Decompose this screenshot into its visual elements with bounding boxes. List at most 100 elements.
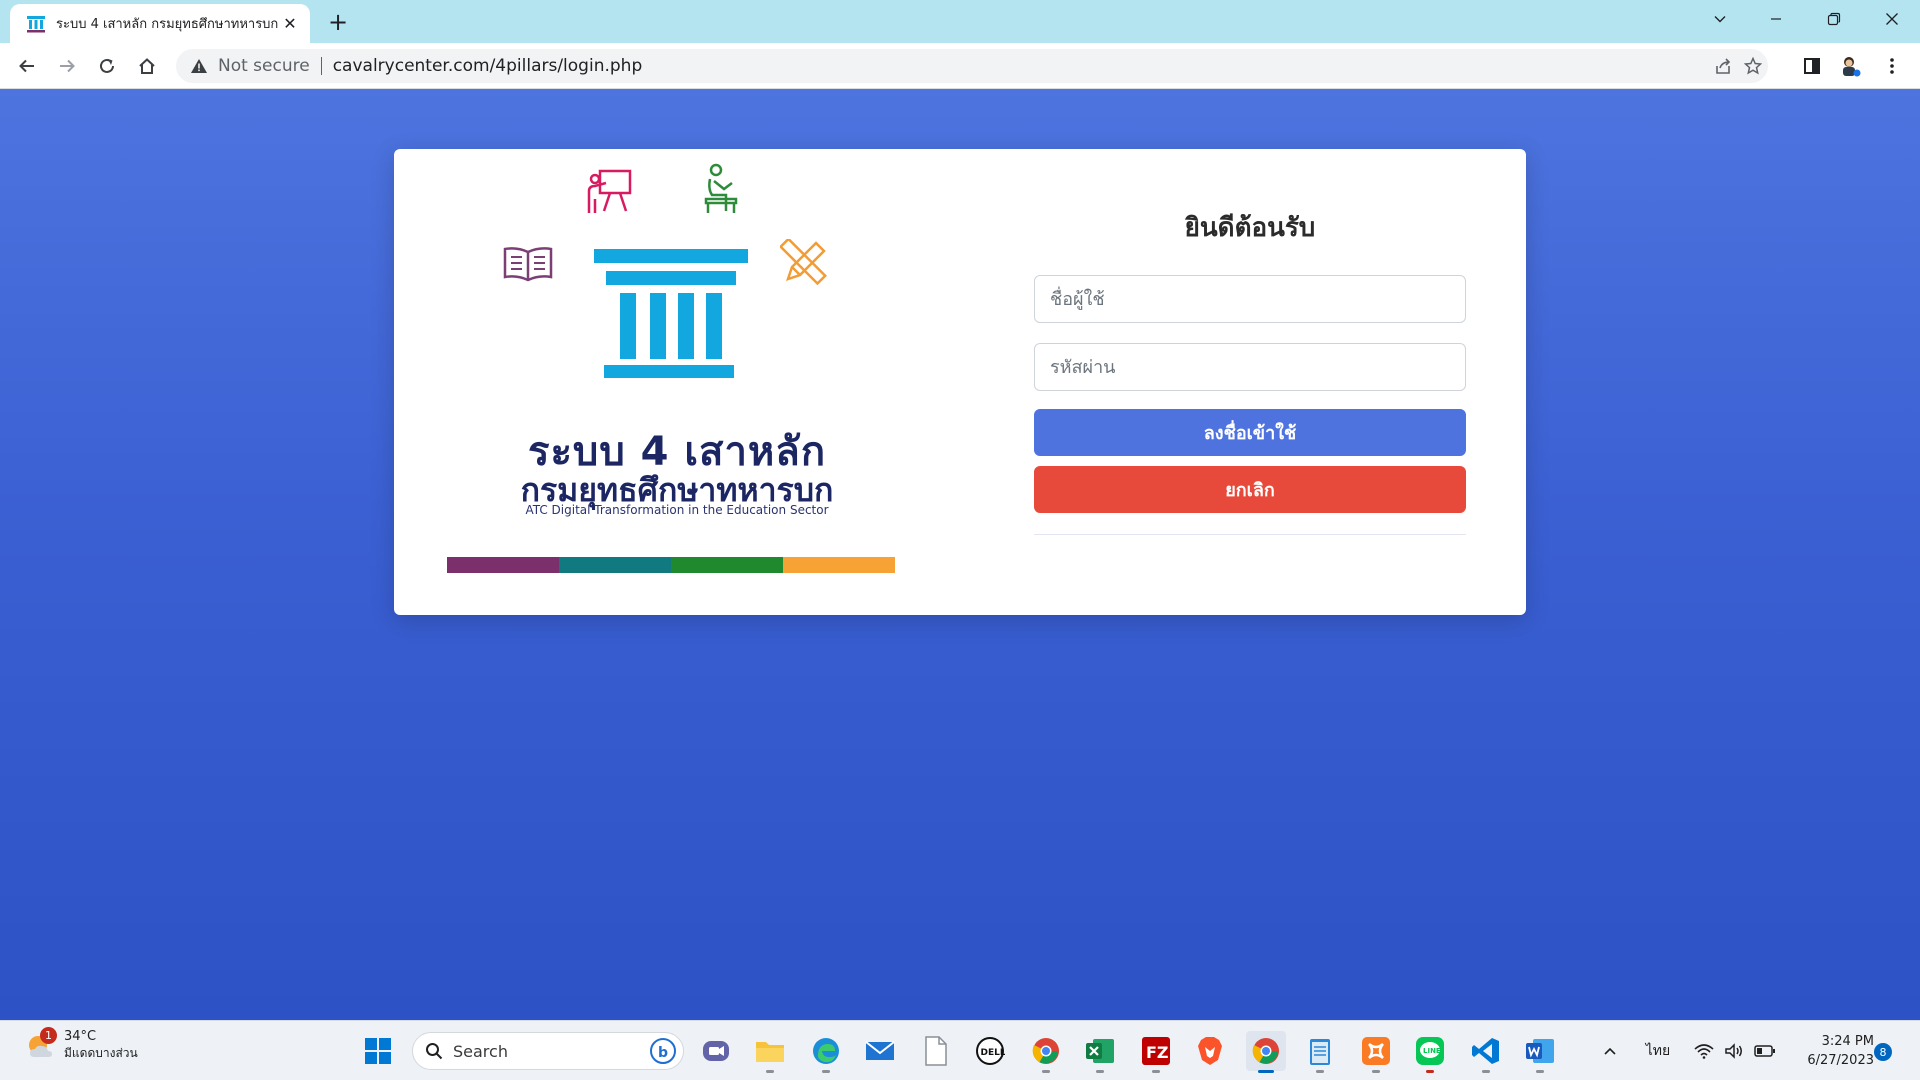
brave-browser-app[interactable] xyxy=(1190,1031,1230,1071)
system-clock[interactable]: 3:24 PM 6/27/2023 xyxy=(1786,1032,1874,1070)
chrome-active-app[interactable] xyxy=(1246,1031,1286,1073)
student-reading-icon xyxy=(704,163,738,213)
page-background: ระบบ 4 เสาหลัก กรมยุทธศึกษาทหารบก ATC Di… xyxy=(0,89,1920,1020)
vscode-app[interactable] xyxy=(1466,1031,1506,1073)
color-stripe-teal xyxy=(559,557,671,573)
minimize-button[interactable] xyxy=(1748,0,1804,38)
security-status[interactable]: Not secure xyxy=(218,56,310,76)
battery-icon[interactable] xyxy=(1750,1021,1780,1080)
login-card: ระบบ 4 เสาหลัก กรมยุทธศึกษาทหารบก ATC Di… xyxy=(394,149,1526,615)
running-indicator xyxy=(1536,1070,1544,1073)
svg-text:LINE: LINE xyxy=(1423,1047,1441,1055)
filezilla-icon: FZ xyxy=(1142,1037,1170,1065)
xampp-icon xyxy=(1362,1037,1390,1065)
windows-logo-icon xyxy=(365,1038,391,1064)
clock-date: 6/27/2023 xyxy=(1807,1053,1874,1068)
video-chat-icon xyxy=(703,1041,729,1061)
line-app[interactable]: LINE xyxy=(1410,1031,1450,1073)
running-indicator xyxy=(1096,1070,1104,1073)
welcome-heading: ยินดีต้อนรับ xyxy=(1184,213,1316,243)
home-button[interactable] xyxy=(133,52,161,80)
tab-search-icon[interactable] xyxy=(1692,0,1748,38)
restore-button[interactable] xyxy=(1806,0,1862,38)
color-stripe-orange xyxy=(783,557,895,573)
running-indicator xyxy=(766,1070,774,1073)
bing-chat-icon[interactable]: b xyxy=(649,1037,677,1065)
windows-taskbar: 1 34°C มีแดดบางส่วน Search b DELL FZ LIN… xyxy=(0,1020,1920,1080)
brave-lion-icon xyxy=(1198,1037,1222,1065)
tab-title: ระบบ 4 เสาหลัก กรมยุทธศึกษาทหารบก xyxy=(56,17,279,32)
logo-area: ระบบ 4 เสาหลัก กรมยุทธศึกษาทหารบก ATC Di… xyxy=(394,149,960,615)
chevron-up-icon xyxy=(1604,1047,1616,1055)
address-separator xyxy=(320,57,322,75)
xampp-app[interactable] xyxy=(1356,1031,1396,1073)
color-stripe-green xyxy=(671,557,783,573)
excel-app[interactable] xyxy=(1080,1031,1120,1073)
search-icon xyxy=(426,1043,443,1060)
notepad-icon xyxy=(1310,1039,1330,1065)
word-app[interactable] xyxy=(1520,1031,1560,1073)
notepad-app[interactable] xyxy=(1300,1031,1340,1073)
cancel-button[interactable]: ยกเลิก xyxy=(1034,466,1466,513)
more-menu-icon[interactable] xyxy=(1878,52,1906,80)
chrome-icon xyxy=(1032,1038,1059,1064)
teams-chat-app[interactable] xyxy=(696,1031,736,1071)
reload-button[interactable] xyxy=(93,52,121,80)
dell-app[interactable]: DELL xyxy=(970,1031,1010,1071)
forward-button[interactable] xyxy=(53,52,81,80)
weather-widget[interactable]: 1 34°C มีแดดบางส่วน xyxy=(24,1027,138,1063)
bookmark-star-icon[interactable] xyxy=(1738,49,1768,83)
weather-temperature: 34°C xyxy=(64,1029,97,1044)
input-language[interactable]: ไทย xyxy=(1640,1021,1676,1080)
document-icon xyxy=(925,1036,947,1066)
running-indicator xyxy=(1372,1070,1380,1073)
notification-badge[interactable]: 8 xyxy=(1874,1043,1892,1061)
mail-app[interactable] xyxy=(860,1031,900,1071)
blank-file-app[interactable] xyxy=(916,1031,956,1071)
search-label: Search xyxy=(453,1041,508,1061)
folder-icon xyxy=(756,1042,784,1062)
chrome-icon xyxy=(1252,1038,1279,1064)
url-text[interactable]: cavalrycenter.com/4pillars/login.php xyxy=(333,56,643,76)
browser-tabstrip: ระบบ 4 เสาหลัก กรมยุทธศึกษาทหารบก ✕ + xyxy=(0,0,1920,43)
clock-time: 3:24 PM xyxy=(1821,1034,1874,1049)
weather-sun-icon: 1 xyxy=(24,1027,58,1063)
login-button[interactable]: ลงชื่อเข้าใช้ xyxy=(1034,409,1466,456)
show-hidden-icons-button[interactable] xyxy=(1596,1021,1624,1080)
word-icon xyxy=(1526,1039,1554,1063)
share-icon[interactable] xyxy=(1708,49,1738,83)
profile-avatar[interactable] xyxy=(1836,52,1864,80)
password-input[interactable] xyxy=(1034,343,1466,391)
chrome-profile-app[interactable] xyxy=(1026,1031,1066,1073)
back-button[interactable] xyxy=(13,52,41,80)
form-divider xyxy=(1034,534,1466,535)
file-explorer-app[interactable] xyxy=(750,1031,790,1073)
tab-close-icon[interactable]: ✕ xyxy=(280,14,300,34)
address-bar[interactable]: Not secure cavalrycenter.com/4pillars/lo… xyxy=(176,49,1768,83)
edge-browser-app[interactable] xyxy=(806,1031,846,1073)
new-tab-button[interactable]: + xyxy=(324,8,352,36)
warning-icon xyxy=(191,59,207,73)
color-stripe-purple xyxy=(447,557,559,573)
close-window-button[interactable] xyxy=(1864,0,1920,38)
browser-tab-active[interactable]: ระบบ 4 เสาหลัก กรมยุทธศึกษาทหารบก ✕ xyxy=(10,4,310,43)
running-indicator xyxy=(1316,1070,1324,1073)
username-input[interactable] xyxy=(1034,275,1466,323)
taskbar-search[interactable]: Search b xyxy=(412,1032,684,1070)
reload-icon xyxy=(100,58,114,73)
svg-text:b: b xyxy=(658,1045,668,1061)
filezilla-app[interactable]: FZ xyxy=(1136,1031,1176,1073)
arrow-left-icon xyxy=(19,59,34,73)
open-book-icon xyxy=(503,247,553,282)
line-chat-icon: LINE xyxy=(1416,1037,1444,1065)
logo-tagline: ATC Digital Transformation in the Educat… xyxy=(525,503,829,517)
side-panel-icon[interactable] xyxy=(1798,52,1826,80)
site-favicon-icon xyxy=(27,15,45,32)
home-icon xyxy=(139,58,155,74)
arrow-right-icon xyxy=(60,59,75,73)
volume-icon[interactable] xyxy=(1720,1021,1748,1080)
dell-logo-icon: DELL xyxy=(976,1037,1005,1065)
pillar-logo-icon xyxy=(594,249,748,378)
start-button[interactable] xyxy=(358,1031,398,1071)
wifi-icon[interactable] xyxy=(1690,1021,1718,1080)
